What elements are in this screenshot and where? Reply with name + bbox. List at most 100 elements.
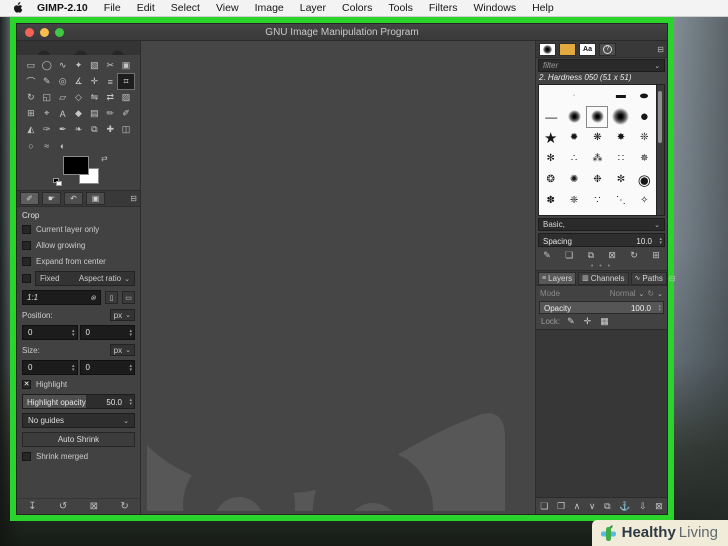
tool-perspective[interactable]: ◇ bbox=[71, 90, 87, 105]
foreground-color-swatch[interactable] bbox=[63, 156, 89, 175]
tool-align[interactable]: ≡ bbox=[102, 74, 118, 89]
landscape-orientation-button[interactable]: ▭ bbox=[122, 291, 135, 304]
images-tab[interactable]: ▣ bbox=[86, 192, 105, 205]
tool-blur-sharpen[interactable]: ○ bbox=[23, 138, 39, 153]
menubar-item[interactable]: Select bbox=[163, 2, 208, 14]
tool-pencil[interactable]: ✏ bbox=[102, 106, 118, 121]
brush-item[interactable]: ◉ bbox=[635, 171, 653, 189]
edit-brush-button[interactable]: ✎ bbox=[543, 250, 551, 261]
undo-history-tab[interactable]: ↶ bbox=[64, 192, 83, 205]
tool-shear[interactable]: ▱ bbox=[55, 90, 71, 105]
save-tool-preset-button[interactable]: ↧ bbox=[28, 501, 36, 512]
menubar-item[interactable]: Filters bbox=[421, 2, 466, 14]
tab-menu-button[interactable]: ⊟ bbox=[657, 45, 664, 54]
lock-alpha-icon[interactable]: ▦ bbox=[600, 316, 609, 327]
brush-item[interactable] bbox=[586, 105, 609, 128]
fixed-aspect-combo[interactable]: Fixed Aspect ratio ⌄ bbox=[35, 271, 135, 286]
tool-option-checkbox[interactable]: Expand from center bbox=[22, 256, 135, 267]
spinner-arrows[interactable]: ▴ ▾ bbox=[129, 328, 132, 337]
brush-tag-dropdown[interactable]: Basic, ⌄ bbox=[538, 218, 665, 231]
tool-cage-transform[interactable]: ▨ bbox=[118, 90, 134, 105]
delete-brush-button[interactable]: ⊠ bbox=[608, 250, 616, 261]
tool-paintbrush[interactable]: ✐ bbox=[118, 106, 134, 121]
checkbox-box[interactable] bbox=[22, 241, 31, 250]
tool-paths[interactable]: ⌒ bbox=[23, 74, 39, 89]
tool-airbrush[interactable]: ✑ bbox=[39, 122, 55, 137]
layer-opacity-slider[interactable]: Opacity 100.0 ▴ ▾ bbox=[539, 301, 664, 314]
brush-item[interactable]: ✵ bbox=[635, 150, 653, 168]
reset-tool-options-button[interactable]: ↻ bbox=[120, 501, 128, 512]
merge-down-button[interactable]: ⇩ bbox=[639, 501, 647, 512]
checkbox-box[interactable] bbox=[22, 225, 31, 234]
tool-ink[interactable]: ✒ bbox=[55, 122, 71, 137]
size-width-input[interactable]: 0 ▴ ▾ bbox=[22, 360, 78, 375]
brush-item[interactable] bbox=[565, 108, 583, 126]
checkbox-box[interactable] bbox=[22, 380, 31, 389]
position-unit-select[interactable]: px ⌄ bbox=[109, 309, 135, 321]
mode-switch-button[interactable]: ↻ bbox=[647, 289, 654, 298]
chevron-down-icon[interactable]: ⌄ bbox=[657, 290, 663, 298]
brush-item[interactable]: ⋱ bbox=[612, 192, 630, 210]
brush-item[interactable]: ∷ bbox=[612, 150, 630, 168]
fixed-checkbox[interactable] bbox=[22, 274, 31, 283]
tool-3d-transform[interactable]: ⇋ bbox=[86, 90, 102, 105]
lock-position-icon[interactable]: ✛ bbox=[584, 316, 592, 327]
menubar-item[interactable]: Image bbox=[247, 2, 292, 14]
brush-item[interactable]: ● bbox=[629, 87, 660, 105]
position-y-input[interactable]: 0 ▴ ▾ bbox=[79, 325, 135, 340]
spinner-arrows[interactable]: ▴ ▾ bbox=[72, 328, 75, 337]
brush-item[interactable]: ❊ bbox=[635, 129, 653, 147]
tool-flip[interactable]: ⇄ bbox=[102, 90, 118, 105]
tool-scale[interactable]: ◱ bbox=[39, 90, 55, 105]
brush-item[interactable] bbox=[612, 108, 630, 126]
brush-item[interactable]: ∵ bbox=[588, 192, 606, 210]
highlight-checkbox[interactable]: Highlight bbox=[22, 379, 135, 390]
device-status-tab[interactable]: ☛ bbox=[42, 192, 61, 205]
brush-item[interactable]: ✼ bbox=[612, 171, 630, 189]
raise-layer-button[interactable]: ∧ bbox=[574, 501, 581, 512]
tool-handle-transform[interactable]: ⌖ bbox=[39, 106, 55, 121]
tab-menu-button[interactable]: ⊟ bbox=[669, 274, 676, 283]
tool-fuzzy-select[interactable]: ✦ bbox=[71, 58, 87, 73]
brush-item[interactable]: ❋ bbox=[588, 129, 606, 147]
size-height-input[interactable]: 0 ▴ ▾ bbox=[79, 360, 135, 375]
default-colors-icon[interactable] bbox=[53, 178, 63, 187]
tool-rotate[interactable]: ↻ bbox=[23, 90, 39, 105]
anchor-layer-button[interactable]: ⚓ bbox=[619, 501, 630, 512]
brush-item[interactable]: ❉ bbox=[588, 171, 606, 189]
clear-input-icon[interactable]: ⊗ bbox=[90, 294, 96, 302]
tab-paths[interactable]: ∿ Paths bbox=[630, 271, 667, 285]
brush-item[interactable] bbox=[588, 87, 606, 105]
highlight-opacity-slider[interactable]: Highlight opacity 50.0 ▴ ▾ bbox=[22, 394, 135, 409]
brush-grid-scrollbar[interactable] bbox=[657, 84, 665, 216]
tool-select-by-color[interactable]: ▧ bbox=[86, 58, 102, 73]
tool-rectangle-select[interactable]: ▭ bbox=[23, 58, 39, 73]
layers-list[interactable] bbox=[536, 329, 667, 498]
spinner-arrows[interactable]: ▴ ▾ bbox=[129, 363, 132, 372]
new-layer-button[interactable]: ❏ bbox=[540, 501, 548, 512]
canvas-area[interactable] bbox=[141, 41, 535, 514]
tool-color-picker[interactable]: ✎ bbox=[39, 74, 55, 89]
menubar-item[interactable]: Layer bbox=[292, 2, 334, 14]
document-history-tab[interactable]: ? bbox=[599, 42, 616, 56]
restore-tool-preset-button[interactable]: ↺ bbox=[59, 501, 67, 512]
tool-text[interactable]: A bbox=[55, 106, 71, 121]
spinner-arrows[interactable]: ▴ ▾ bbox=[659, 237, 662, 246]
tool-perspective-clone[interactable]: ◫ bbox=[118, 122, 134, 137]
position-x-input[interactable]: 0 ▴ ▾ bbox=[22, 325, 78, 340]
toolbox-wilber-strip[interactable] bbox=[17, 41, 140, 55]
tool-measure[interactable]: ∡ bbox=[71, 74, 87, 89]
tool-scissors-select[interactable]: ✂ bbox=[102, 58, 118, 73]
delete-layer-button[interactable]: ⊠ bbox=[655, 501, 663, 512]
brush-item[interactable]: ❈ bbox=[565, 192, 583, 210]
brush-item[interactable]: ⁂ bbox=[588, 150, 606, 168]
brush-spacing-slider[interactable]: Spacing 10.0 ▴ ▾ bbox=[538, 233, 665, 247]
tool-foreground-select[interactable]: ▣ bbox=[118, 58, 134, 73]
brush-item[interactable]: ❂ bbox=[542, 171, 560, 189]
tool-option-checkbox[interactable]: Allow growing bbox=[22, 240, 135, 251]
menubar-item[interactable]: Colors bbox=[334, 2, 380, 14]
lower-layer-button[interactable]: ∨ bbox=[589, 501, 596, 512]
fonts-tab[interactable]: Aa bbox=[579, 42, 596, 56]
menubar-item[interactable]: Tools bbox=[380, 2, 421, 14]
brush-item[interactable]: · bbox=[565, 87, 583, 105]
